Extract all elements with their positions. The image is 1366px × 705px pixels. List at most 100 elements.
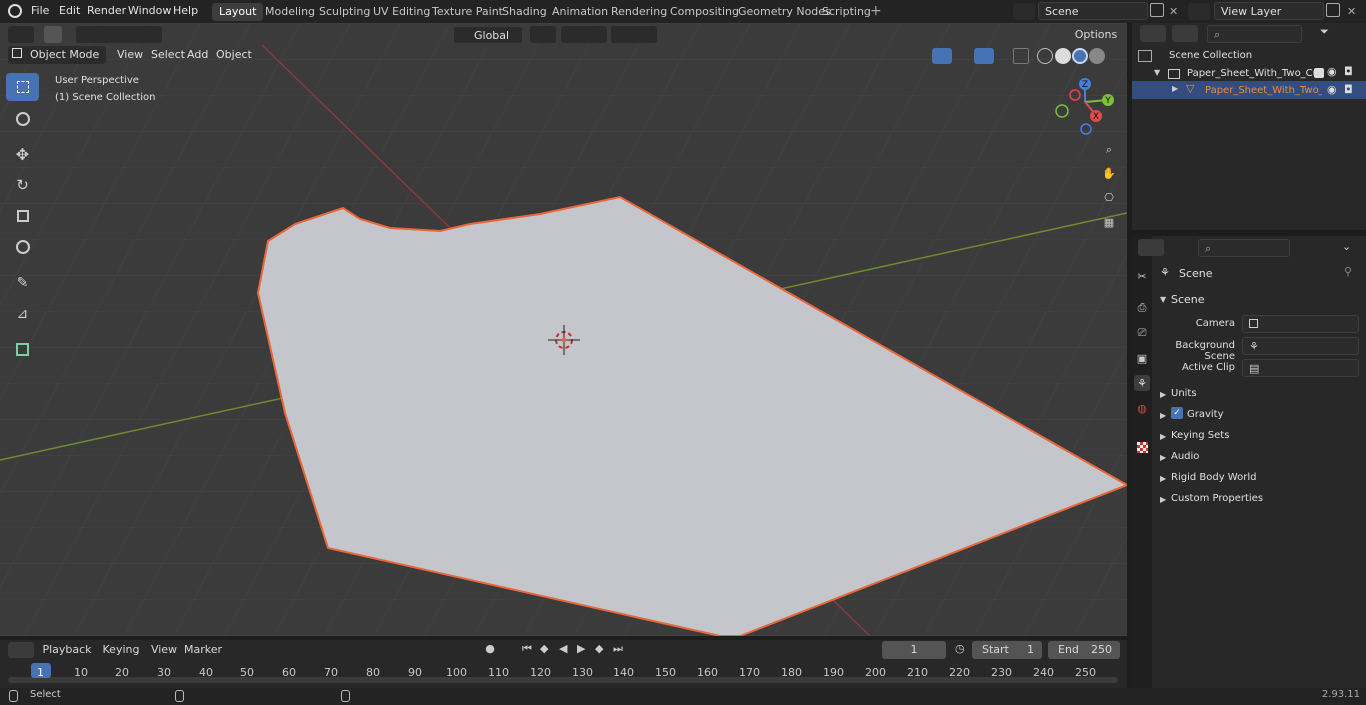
view-layer-selector-icon[interactable] xyxy=(1188,3,1210,20)
menu-edit[interactable]: Edit xyxy=(59,4,80,17)
scene-name-field[interactable]: Scene xyxy=(1038,2,1148,20)
eye-icon[interactable]: ◉ xyxy=(1327,65,1337,78)
gravity-expand-icon[interactable]: ▶ xyxy=(1160,411,1166,420)
menu-window[interactable]: Window xyxy=(128,4,171,17)
solid-shading-icon[interactable] xyxy=(1055,48,1071,64)
pivot-point-icon[interactable] xyxy=(530,26,556,43)
close-scene-icon[interactable]: ✕ xyxy=(1169,5,1178,18)
background-scene-field[interactable]: ⚘ xyxy=(1242,337,1359,355)
measure-tool-icon[interactable]: ⊿ xyxy=(6,300,39,328)
scale-tool-icon[interactable] xyxy=(6,202,39,230)
object-camera-icon[interactable]: ◘ xyxy=(1344,83,1353,96)
move-tool-icon[interactable]: ✥ xyxy=(6,140,39,168)
menu-render[interactable]: Render xyxy=(87,4,126,17)
outliner-search-input[interactable]: ⌕ xyxy=(1207,25,1302,43)
timeline-menu-playback[interactable]: Playback xyxy=(40,641,94,659)
viewport-menu-add[interactable]: Add xyxy=(187,48,208,61)
mode-selector[interactable]: Object Mode xyxy=(8,46,106,64)
render-tab-icon[interactable]: ⎙ xyxy=(1134,300,1150,316)
select-tool-icon[interactable] xyxy=(44,26,62,43)
menu-help[interactable]: Help xyxy=(173,4,198,17)
pan-hand-icon[interactable]: ✋ xyxy=(1098,167,1120,187)
timeline-editor-icon[interactable] xyxy=(8,642,34,658)
snap-icon[interactable] xyxy=(561,26,607,43)
new-view-layer-icon[interactable] xyxy=(1326,3,1340,17)
viewport-menu-object[interactable]: Object xyxy=(216,48,252,61)
cursor-tool-icon[interactable] xyxy=(6,105,39,133)
exclude-checkbox[interactable] xyxy=(1314,68,1324,78)
active-clip-field[interactable]: ▤ xyxy=(1242,359,1359,377)
jump-start-icon[interactable]: ⏮ xyxy=(522,642,532,656)
ortho-grid-icon[interactable]: ▦ xyxy=(1098,216,1120,236)
pin-icon[interactable]: ⚲ xyxy=(1344,265,1352,278)
timeline-menu-marker[interactable]: Marker xyxy=(184,641,222,659)
material-shading-icon[interactable] xyxy=(1072,48,1088,64)
viewport-menu-select[interactable]: Select xyxy=(151,48,185,61)
add-workspace-icon[interactable]: + xyxy=(870,3,882,19)
play-icon[interactable]: ▶ xyxy=(577,642,585,655)
tab-layout[interactable]: Layout xyxy=(212,3,264,21)
gizmo-toggle-icon[interactable] xyxy=(932,48,952,64)
rotate-tool-icon[interactable]: ↻ xyxy=(6,171,39,199)
scene-selector-icon[interactable] xyxy=(1013,3,1035,20)
record-icon[interactable]: ● xyxy=(481,642,499,658)
texture-tab-icon[interactable] xyxy=(1134,439,1150,455)
overlay-toggle-icon[interactable] xyxy=(974,48,994,64)
panel-keying-sets[interactable]: Keying Sets xyxy=(1171,430,1229,441)
new-scene-icon[interactable] xyxy=(1150,3,1164,17)
play-reverse-icon[interactable]: ◀ xyxy=(559,642,567,655)
output-tab-icon[interactable]: ⎚ xyxy=(1134,325,1150,341)
view-layer-tab-icon[interactable]: ▣ xyxy=(1134,350,1150,366)
scene-section-title[interactable]: Scene xyxy=(1171,293,1205,306)
gravity-checkbox[interactable]: ✓ xyxy=(1171,407,1183,419)
zoom-icon[interactable]: ⌕ xyxy=(1098,143,1120,163)
filter-icon[interactable]: ⏷ xyxy=(1320,25,1346,42)
tool-tab-icon[interactable]: ✂ xyxy=(1134,268,1150,284)
rendered-shading-icon[interactable] xyxy=(1089,48,1105,64)
timeline-menu-keying[interactable]: Keying xyxy=(98,641,144,659)
panel-audio[interactable]: Audio xyxy=(1171,451,1199,462)
outliner-root[interactable]: Scene Collection xyxy=(1169,50,1252,61)
3d-viewport[interactable]: Object Mode View Select Add Object Globa… xyxy=(0,23,1127,636)
visibility-icon[interactable] xyxy=(903,48,929,64)
menu-file[interactable]: File xyxy=(31,4,49,17)
properties-editor-icon[interactable] xyxy=(1138,239,1164,256)
end-frame-field[interactable]: End 250 xyxy=(1048,641,1120,659)
object-eye-icon[interactable]: ◉ xyxy=(1327,83,1337,96)
transform-orientation[interactable]: Global xyxy=(453,26,523,44)
viewport-canvas[interactable] xyxy=(0,23,1127,636)
wireframe-shading-icon[interactable] xyxy=(1037,48,1053,64)
view-layer-field[interactable]: View Layer xyxy=(1214,2,1324,20)
properties-menu-icon[interactable]: ⌄ xyxy=(1342,240,1351,253)
section-collapse-icon[interactable]: ▼ xyxy=(1160,295,1166,304)
rigid-body-expand-icon[interactable]: ▶ xyxy=(1160,474,1166,483)
panel-units[interactable]: Units xyxy=(1171,388,1197,399)
blender-logo-icon[interactable] xyxy=(8,4,22,18)
outliner-editor-icon[interactable] xyxy=(1140,25,1166,42)
camera-view-icon[interactable]: ⎔ xyxy=(1098,191,1120,211)
next-keyframe-icon[interactable]: ◆ xyxy=(595,642,603,655)
current-frame-field[interactable]: 1 xyxy=(882,641,946,659)
tab-scripting[interactable]: Scripting xyxy=(815,3,878,21)
proportional-edit-icon[interactable] xyxy=(611,26,657,43)
audio-expand-icon[interactable]: ▶ xyxy=(1160,453,1166,462)
timeline-menu-view[interactable]: View xyxy=(150,641,178,659)
prev-keyframe-icon[interactable]: ◆ xyxy=(540,642,548,655)
collapse-icon[interactable]: ▼ xyxy=(1154,68,1160,77)
editor-type-icon[interactable] xyxy=(8,26,34,43)
viewport-menu-view[interactable]: View xyxy=(117,48,143,61)
close-view-layer-icon[interactable]: ✕ xyxy=(1347,5,1356,18)
panel-custom-properties[interactable]: Custom Properties xyxy=(1171,493,1263,504)
jump-end-icon[interactable]: ⏭ xyxy=(613,642,623,656)
display-mode-icon[interactable] xyxy=(1172,25,1198,42)
panel-rigid-body-world[interactable]: Rigid Body World xyxy=(1171,472,1256,483)
start-frame-field[interactable]: Start 1 xyxy=(972,641,1042,659)
add-cube-tool-icon[interactable] xyxy=(6,335,39,363)
annotate-tool-icon[interactable]: ✎ xyxy=(6,269,39,297)
units-expand-icon[interactable]: ▶ xyxy=(1160,390,1166,399)
select-box-tool-icon[interactable] xyxy=(6,73,39,101)
selection-mode-buttons[interactable] xyxy=(76,26,162,43)
panel-gravity[interactable]: Gravity xyxy=(1187,409,1224,420)
camera-field[interactable] xyxy=(1242,315,1359,333)
options-button[interactable]: Options xyxy=(1068,26,1124,44)
